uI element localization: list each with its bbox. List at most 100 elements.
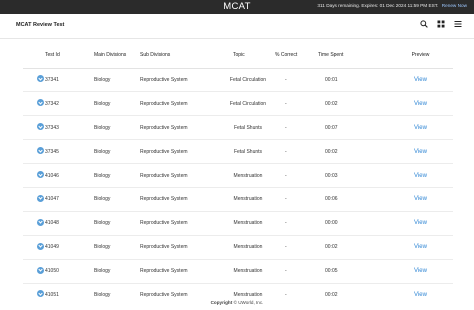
cell-sub-division: Reproductive System — [140, 163, 221, 188]
column-header-percent-correct[interactable]: % Correct — [275, 42, 318, 69]
cell-test-id: 37343 — [45, 115, 94, 141]
cell-test-id: 37345 — [45, 139, 94, 165]
expand-cell — [23, 68, 45, 93]
preview-cell: View — [388, 283, 453, 300]
table-row: 37342 Biology Reproductive System Fetal Cir… — [23, 91, 453, 117]
cell-time-spent: 00:02 — [318, 91, 388, 117]
expand-row-icon[interactable] — [37, 75, 44, 83]
cell-sub-division: Reproductive System — [140, 91, 221, 117]
expand-row-icon[interactable] — [37, 290, 44, 298]
view-link[interactable]: View — [414, 149, 427, 155]
expand-cell — [23, 91, 45, 117]
cell-main-division: Biology — [94, 235, 140, 260]
view-link[interactable]: View — [414, 268, 427, 274]
page-header: MCAT Review Test — [0, 14, 474, 39]
subscription-status: 311 Days remaining. Expires: 01 Dec 2024… — [317, 3, 467, 8]
cell-percent-correct: - — [275, 211, 318, 236]
preview-cell: View — [388, 68, 453, 93]
cell-topic: Fetal Circulation — [221, 68, 275, 93]
preview-cell: View — [388, 235, 453, 260]
cell-percent-correct: - — [275, 283, 318, 300]
cell-sub-division: Reproductive System — [140, 259, 221, 284]
view-link[interactable]: View — [414, 125, 427, 131]
cell-percent-correct: - — [275, 187, 318, 212]
expand-row-icon[interactable] — [37, 171, 44, 178]
expand-cell — [23, 259, 45, 284]
expand-row-icon[interactable] — [37, 218, 44, 226]
expand-row-icon[interactable] — [37, 147, 44, 155]
view-link[interactable]: View — [414, 101, 427, 107]
cell-time-spent: 00:02 — [318, 283, 388, 300]
expand-cell — [23, 115, 45, 141]
table-header-row: Test Id Main Divisions Sub Divisions Top… — [23, 42, 453, 69]
cell-sub-division: Reproductive System — [140, 235, 221, 260]
cell-main-division: Biology — [94, 187, 140, 212]
cell-percent-correct: - — [275, 163, 318, 188]
preview-cell: View — [388, 91, 453, 117]
expand-row-icon[interactable] — [37, 123, 44, 131]
cell-topic: Menstruation — [221, 163, 275, 188]
cell-main-division: Biology — [94, 115, 140, 141]
cell-time-spent: 00:03 — [318, 163, 388, 188]
table-row: 41046 Biology Reproductive System Menstruat… — [23, 163, 453, 188]
expiry-text: 311 Days remaining. Expires: 01 Dec 2024… — [317, 3, 439, 8]
menu-icon[interactable] — [454, 20, 462, 28]
preview-cell: View — [388, 187, 453, 212]
view-link[interactable]: View — [414, 220, 427, 226]
cell-topic: Fetal Shunts — [221, 115, 275, 141]
cell-topic: Menstruation — [221, 283, 275, 300]
view-link[interactable]: View — [414, 292, 427, 298]
preview-cell: View — [388, 115, 453, 141]
view-link[interactable]: View — [414, 196, 427, 202]
cell-sub-division: Reproductive System — [140, 139, 221, 165]
cell-percent-correct: - — [275, 91, 318, 117]
cell-test-id: 41048 — [45, 211, 94, 236]
expand-row-icon[interactable] — [37, 194, 44, 202]
expand-cell — [23, 235, 45, 260]
preview-cell: View — [388, 259, 453, 284]
column-header-preview: Preview — [388, 42, 453, 69]
renew-now-link[interactable]: Renew Now — [442, 3, 467, 8]
grid-icon[interactable] — [437, 20, 445, 28]
cell-test-id: 41046 — [45, 163, 94, 188]
cell-test-id: 37342 — [45, 91, 94, 117]
expand-row-icon[interactable] — [37, 99, 44, 107]
cell-time-spent: 00:02 — [318, 235, 388, 260]
view-link[interactable]: View — [414, 173, 427, 179]
cell-time-spent: 00:07 — [318, 115, 388, 141]
cell-time-spent: 00:02 — [318, 139, 388, 165]
cell-main-division: Biology — [94, 211, 140, 236]
expand-cell — [23, 187, 45, 212]
search-icon[interactable] — [420, 20, 428, 28]
results-table-card: Test Id Main Divisions Sub Divisions Top… — [23, 42, 453, 300]
column-header-main-divisions[interactable]: Main Divisions — [94, 42, 140, 69]
table-row: 41051 Biology Reproductive System Menstruat… — [23, 283, 453, 300]
cell-test-id: 41051 — [45, 283, 94, 300]
expand-row-icon[interactable] — [37, 242, 44, 250]
cell-main-division: Biology — [94, 68, 140, 93]
cell-time-spent: 00:06 — [318, 187, 388, 212]
cell-sub-division: Reproductive System — [140, 187, 221, 212]
preview-cell: View — [388, 139, 453, 165]
view-link[interactable]: View — [414, 244, 427, 250]
expand-cell — [23, 283, 45, 300]
column-header-time-spent[interactable]: Time Spent — [318, 42, 388, 69]
column-header-sub-divisions[interactable]: Sub Divisions — [140, 42, 221, 69]
footer: Copyright © UWorld, Inc. — [0, 300, 474, 305]
expand-cell — [23, 163, 45, 188]
expand-row-icon[interactable] — [37, 266, 44, 274]
table-row: 41050 Biology Reproductive System Menstruat… — [23, 259, 453, 284]
page-title: MCAT Review Test — [16, 22, 65, 28]
expand-cell — [23, 211, 45, 236]
cell-sub-division: Reproductive System — [140, 68, 221, 93]
top-bar: MCAT 311 Days remaining. Expires: 01 Dec… — [0, 0, 474, 14]
cell-percent-correct: - — [275, 68, 318, 93]
table-row: 41047 Biology Reproductive System Menstruat… — [23, 187, 453, 212]
cell-main-division: Biology — [94, 139, 140, 165]
table-row: 37341 Biology Reproductive System Fetal Cir… — [23, 68, 453, 93]
cell-sub-division: Reproductive System — [140, 283, 221, 300]
column-header-test-id[interactable]: Test Id — [45, 42, 94, 69]
view-link[interactable]: View — [414, 77, 427, 83]
column-header-topic[interactable]: Topic — [221, 42, 275, 69]
cell-main-division: Biology — [94, 283, 140, 300]
